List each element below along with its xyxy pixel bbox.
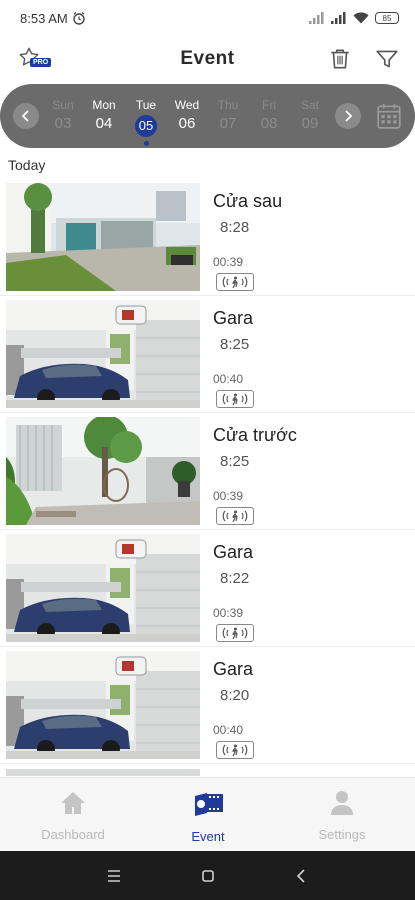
nav-label: Dashboard (41, 827, 105, 842)
day-name: Tue (135, 98, 157, 112)
day-sat[interactable]: Sat 09 (290, 98, 330, 133)
trash-icon[interactable] (327, 46, 353, 72)
wifi-icon (353, 12, 369, 24)
nav-settings[interactable]: Settings (282, 790, 402, 842)
event-time: 8:25 (220, 336, 250, 353)
status-bar: 8:53 AM 85 (0, 0, 415, 36)
event-time: 8:25 (220, 453, 250, 470)
day-name: Mon (92, 98, 116, 112)
prev-week-button[interactable] (13, 103, 39, 129)
day-name: Fri (262, 98, 276, 112)
motion-detect-icon (222, 510, 248, 523)
motion-badge (216, 507, 254, 525)
event-film-icon (195, 793, 223, 816)
day-number: 04 (95, 115, 113, 132)
day-number: 08 (260, 115, 278, 132)
pro-badge: PRO (30, 58, 52, 67)
motion-detect-icon (222, 276, 248, 289)
day-sun[interactable]: Sun 03 (43, 98, 83, 133)
nav-label: Settings (318, 827, 366, 842)
system-nav-bar (0, 851, 415, 900)
selected-day-indicator (144, 141, 149, 146)
home-square-icon[interactable] (198, 866, 218, 886)
page-title: Event (180, 48, 235, 69)
event-duration: 00:40 (213, 723, 244, 737)
event-duration: 00:40 (213, 372, 244, 386)
nav-dashboard[interactable]: Dashboard (13, 790, 133, 842)
next-week-button[interactable] (335, 103, 361, 129)
event-camera-name: Gara (213, 308, 254, 328)
day-number: 09 (301, 115, 319, 132)
day-name: Wed (174, 98, 200, 112)
app-header: PRO Event (0, 36, 415, 82)
day-number: 05 (135, 115, 157, 137)
event-row[interactable]: Gara 8:25 00:40 (0, 297, 415, 413)
event-row[interactable]: Gara 8:20 00:40 (0, 648, 415, 764)
event-thumbnail[interactable] (6, 769, 200, 776)
pro-button[interactable]: PRO (18, 46, 58, 72)
bottom-nav: Dashboard Event Settings (0, 777, 415, 851)
day-number: 06 (178, 115, 196, 132)
day-fri[interactable]: Fri 08 (249, 98, 289, 133)
calendar-icon[interactable] (376, 102, 402, 130)
day-name: Sat (300, 98, 319, 112)
signal-icon (309, 12, 324, 24)
chevron-left-icon (21, 110, 29, 122)
event-row[interactable]: Cửa sau 8:28 00:39 (0, 180, 415, 296)
event-duration: 00:39 (213, 489, 244, 503)
day-name: Sun (52, 98, 74, 112)
filter-icon[interactable] (374, 46, 400, 72)
alarm-icon (73, 11, 85, 25)
event-camera-name: Gara (213, 542, 254, 562)
event-camera-name: Cửa sau (213, 191, 283, 211)
day-thu[interactable]: Thu 07 (208, 98, 248, 133)
status-time: 8:53 AM (20, 10, 68, 26)
person-icon (331, 791, 353, 815)
event-time: 8:20 (220, 687, 250, 704)
motion-detect-icon (222, 744, 248, 757)
date-strip: Sun 03 Mon 04 Tue 05 Wed 06 Thu 07 Fri 0… (0, 84, 415, 148)
event-thumbnail[interactable] (6, 534, 200, 642)
nav-label: Event (191, 829, 225, 844)
section-label-today: Today (8, 157, 46, 173)
event-duration: 00:39 (213, 255, 244, 269)
event-row[interactable]: Cửa trước 8:25 00:39 (0, 414, 415, 530)
battery-icon: 85 (375, 12, 399, 24)
day-tue[interactable]: Tue 05 (126, 98, 166, 137)
back-icon[interactable] (292, 866, 312, 886)
event-camera-name: Cửa trước (213, 425, 297, 445)
motion-detect-icon (222, 627, 248, 640)
menu-icon[interactable] (104, 866, 124, 886)
motion-badge (216, 624, 254, 642)
motion-detect-icon (222, 393, 248, 406)
day-name: Thu (217, 98, 239, 112)
chevron-right-icon (345, 110, 353, 122)
event-thumbnail[interactable] (6, 300, 200, 408)
motion-badge (216, 273, 254, 291)
event-camera-name: Gara (213, 659, 254, 679)
event-list[interactable]: Cửa sau 8:28 00:39 Gara 8:25 00:40 Cửa t… (0, 180, 415, 776)
battery-level: 85 (382, 13, 392, 23)
event-row[interactable]: Gara 8:22 00:39 (0, 531, 415, 647)
nav-event[interactable]: Event (148, 790, 268, 844)
day-mon[interactable]: Mon 04 (84, 98, 124, 133)
event-thumbnail[interactable] (6, 183, 200, 291)
motion-badge (216, 390, 254, 408)
motion-badge (216, 741, 254, 759)
event-time: 8:28 (220, 219, 250, 236)
event-row[interactable] (0, 766, 415, 776)
signal-icon (331, 12, 346, 24)
event-thumbnail[interactable] (6, 651, 200, 759)
day-number: 07 (219, 115, 237, 132)
event-duration: 00:39 (213, 606, 244, 620)
home-icon (61, 792, 85, 814)
day-wed[interactable]: Wed 06 (167, 98, 207, 133)
event-thumbnail[interactable] (6, 417, 200, 525)
event-time: 8:22 (220, 570, 250, 587)
day-number: 03 (54, 115, 72, 132)
